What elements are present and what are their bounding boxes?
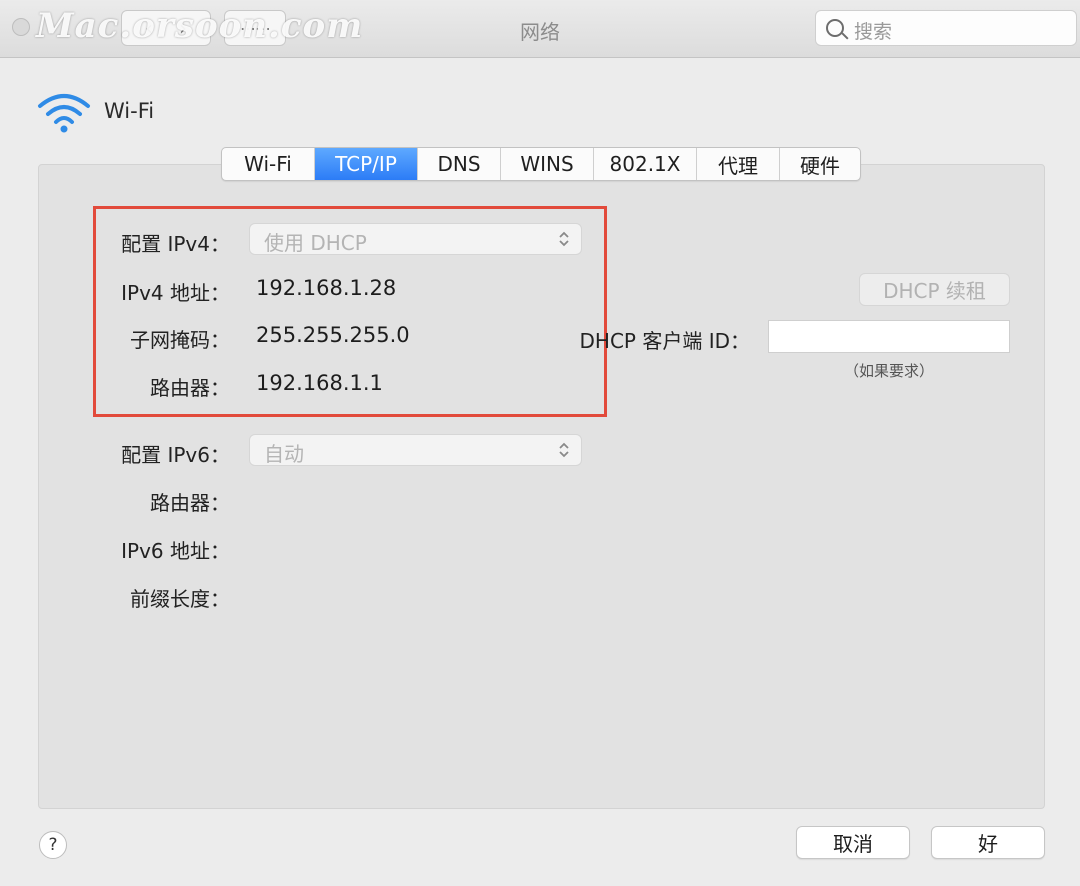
wifi-icon [38, 94, 90, 133]
dhcp-client-id-input[interactable] [768, 320, 1010, 353]
configure-ipv6-value: 自动 [264, 442, 304, 466]
ipv6-router-label: 路由器： [150, 491, 230, 515]
tab-dns[interactable]: DNS [418, 148, 501, 180]
subnet-mask-label: 子网掩码： [130, 328, 230, 352]
tab-wins[interactable]: WINS [501, 148, 594, 180]
configure-ipv4-label: 配置 IPv4： [121, 232, 230, 256]
tab-wifi[interactable]: Wi-Fi [222, 148, 315, 180]
search-placeholder: 搜索 [854, 21, 893, 43]
configure-ipv4-select[interactable]: 使用 DHCP [249, 223, 582, 255]
title-bar: ‹ › ⋯⋯ Mac.orsoon.com 网络 搜索 [0, 0, 1080, 58]
chevron-updown-icon [559, 442, 569, 458]
ok-button[interactable]: 好 [931, 826, 1045, 859]
service-name: Wi-Fi [104, 99, 155, 123]
ipv4-router-label: 路由器： [150, 376, 230, 400]
tab-8021x[interactable]: 802.1X [594, 148, 697, 180]
tab-bar: Wi-Fi TCP/IP DNS WINS 802.1X 代理 硬件 [221, 147, 861, 181]
configure-ipv6-select[interactable]: 自动 [249, 434, 582, 466]
subnet-mask-value: 255.255.255.0 [256, 323, 410, 347]
ipv4-router-value: 192.168.1.1 [256, 371, 383, 395]
prefix-length-label: 前缀长度： [130, 587, 230, 611]
search-field[interactable]: 搜索 [815, 10, 1077, 46]
tab-tcpip[interactable]: TCP/IP [315, 148, 418, 180]
help-button[interactable]: ? [39, 831, 67, 859]
configure-ipv4-value: 使用 DHCP [264, 231, 367, 255]
dhcp-client-id-hint: （如果要求） [843, 362, 934, 380]
ipv4-address-label: IPv4 地址： [121, 281, 230, 305]
search-icon [826, 19, 844, 37]
tab-proxy[interactable]: 代理 [697, 148, 780, 180]
chevron-updown-icon [559, 231, 569, 247]
dhcp-renew-button[interactable]: DHCP 续租 [859, 273, 1010, 306]
ipv4-address-value: 192.168.1.28 [256, 276, 397, 300]
cancel-button[interactable]: 取消 [796, 826, 910, 859]
configure-ipv6-label: 配置 IPv6： [121, 443, 230, 467]
dhcp-client-id-label: DHCP 客户端 ID： [579, 329, 750, 353]
ipv6-address-label: IPv6 地址： [121, 539, 230, 563]
tab-hardware[interactable]: 硬件 [780, 148, 860, 180]
